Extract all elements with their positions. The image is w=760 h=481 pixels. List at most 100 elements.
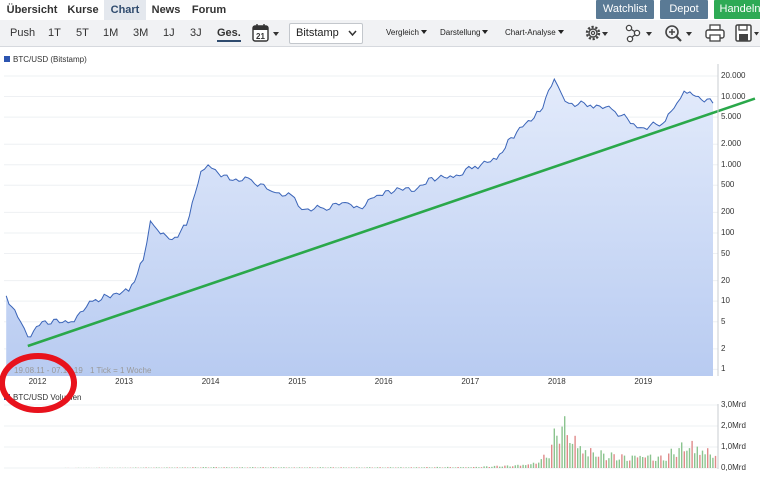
volume-bar: [480, 467, 483, 468]
volume-bar: [626, 460, 628, 468]
y-tick-label: 5: [721, 316, 726, 326]
vergleich-label: Vergleich: [386, 28, 419, 37]
volume-bar: [681, 442, 683, 468]
volume-y-tick-label: 0,0Mrd: [721, 463, 746, 472]
darstellung-menu[interactable]: Darstellung: [440, 27, 489, 39]
volume-bar: [610, 452, 613, 468]
volume-bar: [696, 446, 698, 468]
volume-bar: [491, 466, 493, 468]
volume-bar: [691, 440, 693, 468]
darstellung-label: Darstellung: [440, 28, 481, 37]
volume-bar: [553, 428, 555, 468]
volume-bar: [379, 467, 381, 468]
volume-bar: [395, 467, 397, 468]
volume-bar: [192, 467, 194, 468]
volume-bar: [304, 467, 306, 468]
volume-bar: [569, 443, 571, 468]
volume-bar: [532, 462, 535, 468]
volume-bar: [194, 467, 197, 468]
tab-chart[interactable]: Chart: [104, 0, 146, 20]
volume-bar: [652, 460, 654, 468]
y-tick-label: 2: [721, 343, 726, 353]
y-tick-label: 100: [721, 227, 735, 237]
timeframe-push[interactable]: Push: [10, 26, 35, 40]
volume-bar: [501, 466, 503, 468]
depot-button[interactable]: Depot: [660, 0, 708, 19]
volume-bar: [444, 467, 446, 468]
volume-bar: [686, 450, 688, 468]
timeframe-1m[interactable]: 1M: [103, 26, 118, 40]
volume-bar: [595, 456, 597, 468]
chart-analyse-menu[interactable]: Chart-Analyse: [505, 27, 564, 39]
volume-bar: [592, 452, 594, 468]
volume-bar: [597, 456, 600, 468]
volume-bar: [280, 467, 282, 468]
volume-bar: [439, 467, 441, 468]
timeframe-5t[interactable]: 5T: [76, 26, 89, 40]
volume-bar: [421, 467, 423, 468]
volume-bar: [704, 454, 706, 468]
volume-bar: [254, 467, 256, 468]
volume-bar: [239, 467, 241, 468]
volume-bar: [441, 467, 444, 468]
volume-bar: [675, 456, 678, 468]
top-navigation: Übersicht Kurse Chart News Forum Watchli…: [0, 0, 760, 20]
volume-bar: [590, 448, 592, 468]
volume-bar: [350, 467, 353, 468]
y-tick-label: 2.000: [721, 139, 742, 149]
volume-bar: [709, 454, 711, 468]
volume-bar: [665, 460, 667, 468]
volume-bar: [343, 467, 345, 468]
volume-chart[interactable]: [0, 400, 760, 480]
volume-bar: [527, 464, 529, 468]
volume-bar: [462, 467, 464, 468]
watchlist-button[interactable]: Watchlist: [596, 0, 654, 19]
volume-bar: [171, 467, 173, 468]
tab-forum[interactable]: Forum: [190, 0, 228, 20]
x-tick-label: 2015: [288, 377, 307, 386]
volume-bar: [434, 467, 436, 468]
volume-bar: [712, 457, 714, 468]
volume-bar: [623, 455, 626, 468]
volume-bar: [688, 448, 691, 468]
volume-bar: [168, 467, 171, 468]
volume-bar: [605, 460, 607, 468]
volume-bar: [345, 467, 347, 468]
volume-bar: [558, 443, 561, 468]
volume-bar: [293, 467, 295, 468]
timeframe-3m[interactable]: 3M: [133, 26, 148, 40]
y-tick-label: 1: [721, 364, 726, 374]
timeframe-1t[interactable]: 1T: [48, 26, 61, 40]
volume-bar: [655, 460, 657, 468]
price-chart[interactable]: [0, 40, 760, 380]
volume-bar: [449, 467, 451, 468]
price-area: [6, 79, 713, 376]
volume-bar: [187, 467, 189, 468]
tab-kurse[interactable]: Kurse: [66, 0, 100, 20]
volume-y-tick-label: 2,0Mrd: [721, 421, 746, 430]
volume-bar: [413, 467, 415, 468]
tab-uebersicht[interactable]: Übersicht: [4, 0, 60, 20]
volume-bar: [311, 467, 314, 468]
tab-news[interactable]: News: [150, 0, 182, 20]
timeframe-3j[interactable]: 3J: [190, 26, 202, 40]
volume-bar: [582, 453, 584, 468]
volume-bar: [519, 465, 522, 468]
handeln-button[interactable]: Handeln: [714, 0, 760, 19]
volume-bar: [579, 446, 581, 468]
volume-bar: [577, 448, 579, 468]
timeframe-1j[interactable]: 1J: [163, 26, 175, 40]
volume-bar: [262, 467, 264, 468]
volume-bar: [618, 459, 620, 468]
volume-bar: [184, 467, 186, 468]
volume-bar: [616, 460, 618, 468]
volume-bar: [509, 466, 511, 468]
volume-bar: [540, 459, 542, 468]
vergleich-menu[interactable]: Vergleich: [386, 27, 427, 39]
exchange-select-value: Bitstamp: [296, 27, 339, 39]
volume-bar: [621, 454, 623, 468]
volume-bar: [275, 467, 277, 468]
volume-bar: [483, 466, 485, 468]
y-tick-label: 20.000: [721, 71, 746, 80]
volume-bar: [241, 467, 243, 468]
